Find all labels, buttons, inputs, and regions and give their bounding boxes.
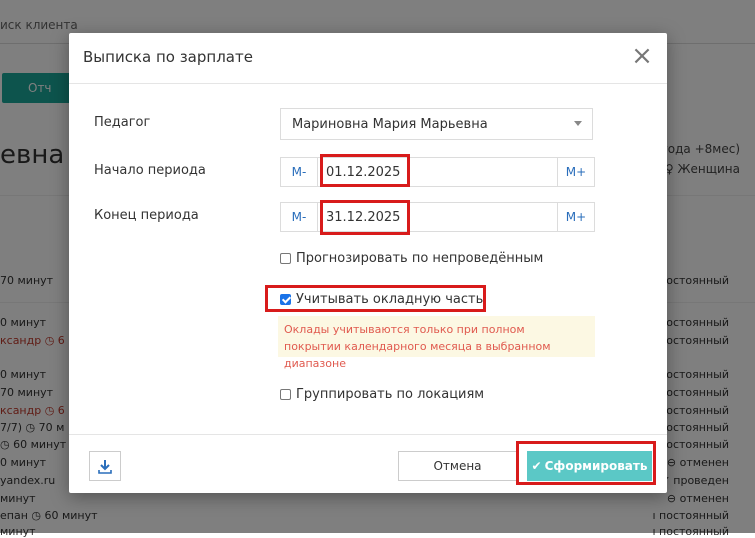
dialog-title: Выписка по зарплате bbox=[83, 48, 253, 66]
end-date-minus-month-button[interactable]: М- bbox=[280, 202, 318, 232]
highlight-start-date bbox=[320, 154, 410, 187]
group-by-location-label: Группировать по локациям bbox=[296, 387, 485, 402]
chevron-down-icon bbox=[574, 121, 582, 126]
teacher-label: Педагог bbox=[94, 115, 151, 130]
start-date-minus-month-button[interactable]: М- bbox=[280, 157, 318, 187]
end-date-label: Конец периода bbox=[94, 208, 199, 223]
salary-statement-dialog: Выписка по зарплате × Педагог Мариновна … bbox=[69, 33, 667, 493]
forecast-checkbox[interactable] bbox=[280, 253, 291, 264]
forecast-label: Прогнозировать по непроведённым bbox=[296, 251, 544, 266]
cancel-button[interactable]: Отмена bbox=[398, 451, 517, 481]
download-button[interactable] bbox=[89, 451, 121, 481]
dialog-header: Выписка по зарплате × bbox=[69, 33, 667, 84]
close-icon[interactable]: × bbox=[631, 43, 653, 69]
end-date-plus-month-button[interactable]: М+ bbox=[557, 202, 595, 232]
group-by-location-checkbox[interactable] bbox=[280, 389, 291, 400]
start-date-plus-month-button[interactable]: М+ bbox=[557, 157, 595, 187]
download-icon bbox=[98, 460, 112, 474]
teacher-select-value: Мариновна Мария Марьевна bbox=[292, 117, 488, 132]
teacher-select[interactable]: Мариновна Мария Марьевна bbox=[280, 108, 593, 140]
highlight-generate-button bbox=[516, 441, 656, 485]
highlight-salary-option bbox=[265, 285, 486, 312]
start-date-label: Начало периода bbox=[94, 163, 206, 178]
salary-note: Оклады учитываются только при полном пок… bbox=[278, 316, 595, 370]
highlight-end-date bbox=[320, 200, 410, 235]
salary-note-text: Оклады учитываются только при полном пок… bbox=[284, 323, 551, 370]
